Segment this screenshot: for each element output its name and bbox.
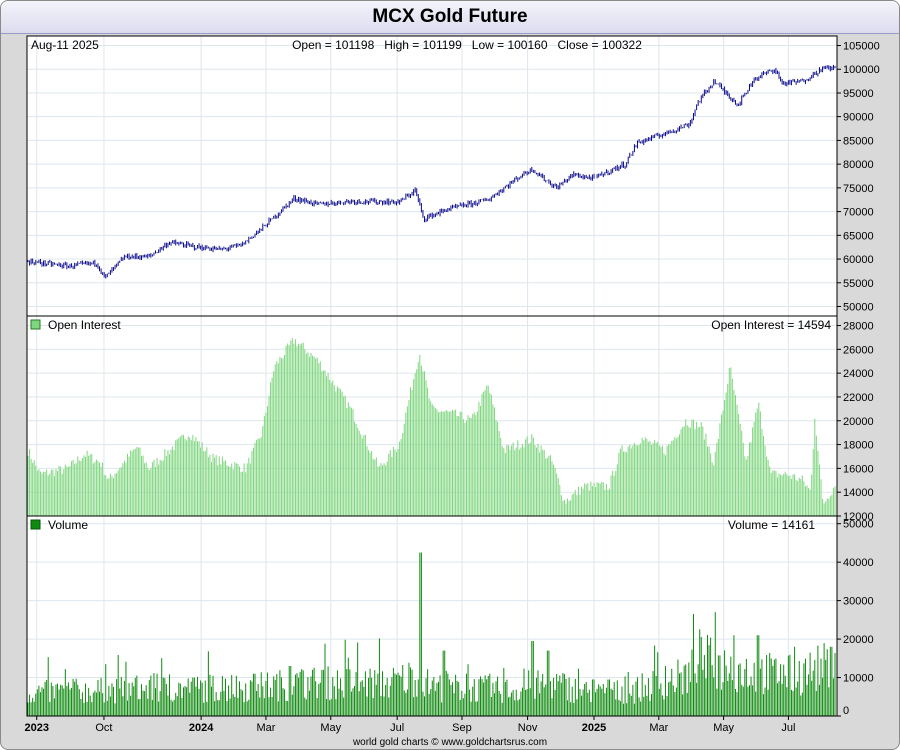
x-tick-label: May xyxy=(320,722,341,734)
open-interest-y-tick-label: 20000 xyxy=(843,416,874,428)
open-interest-y-tick-label: 16000 xyxy=(843,463,874,475)
price-y-tick-label: 65000 xyxy=(843,230,874,242)
volume-legend-swatch xyxy=(30,519,41,530)
price-y-tick-label: 95000 xyxy=(843,88,874,100)
x-tick-label: May xyxy=(713,722,734,734)
price-y-tick-label: 100000 xyxy=(843,64,880,76)
open-interest-y-tick-label: 24000 xyxy=(843,368,874,380)
x-tick-label: Jul xyxy=(390,722,404,734)
open-interest-y-tick-label: 28000 xyxy=(843,321,874,333)
price-y-tick-label: 55000 xyxy=(843,278,874,290)
volume-readout: Volume = 14161 xyxy=(728,518,815,532)
price-y-tick-label: 85000 xyxy=(843,135,874,147)
x-tick-label: 2025 xyxy=(582,722,606,734)
price-y-tick-label: 90000 xyxy=(843,112,874,124)
price-y-tick-label: 105000 xyxy=(843,40,880,52)
x-tick-label: Mar xyxy=(649,722,668,734)
chart-window: MCX Gold Future Aug-11 2025 Open = 10119… xyxy=(0,0,900,750)
x-tick-label: Nov xyxy=(518,722,538,734)
open-interest-y-tick-label: 18000 xyxy=(843,440,874,452)
open-interest-label: Open Interest xyxy=(48,318,121,332)
volume-y-tick-label: 40000 xyxy=(843,557,874,569)
volume-label: Volume xyxy=(48,518,88,532)
price-y-tick-label: 80000 xyxy=(843,159,874,171)
volume-y-tick-label: 30000 xyxy=(843,596,874,608)
price-y-tick-label: 50000 xyxy=(843,302,874,314)
open-interest-legend-swatch xyxy=(30,319,41,330)
open-interest-y-tick-label: 22000 xyxy=(843,392,874,404)
open-interest-y-tick-label: 26000 xyxy=(843,344,874,356)
x-tick-label: Mar xyxy=(256,722,275,734)
open-interest-y-tick-label: 14000 xyxy=(843,487,874,499)
volume-y-tick-label: 0 xyxy=(843,705,849,717)
x-tick-label: Sep xyxy=(452,722,472,734)
price-y-tick-label: 70000 xyxy=(843,207,874,219)
price-date: Aug-11 2025 xyxy=(31,38,99,52)
price-panel xyxy=(26,35,838,317)
open-interest-readout: Open Interest = 14594 xyxy=(711,318,831,332)
x-axis: 2023 Oct 2024 Mar May Jul Sep Nov 2025 Mar May Jul xyxy=(24,716,795,734)
title-bar: MCX Gold Future xyxy=(1,1,899,34)
x-tick-label: Jul xyxy=(781,722,795,734)
volume-y-tick-label: 50000 xyxy=(843,519,874,531)
x-tick-label: 2023 xyxy=(24,722,48,734)
footer-credit: world gold charts © www.goldchartsrus.co… xyxy=(352,737,547,748)
price-y-axis: 105000 100000 95000 90000 85000 80000 75000 700… xyxy=(837,40,880,314)
chart-canvas: Aug-11 2025 Open = 101198 High = 101199 … xyxy=(24,35,880,748)
open-interest-y-axis: 28000 26000 24000 22000 20000 18000 16000 14000… xyxy=(837,321,874,523)
volume-y-tick-label: 20000 xyxy=(843,634,874,646)
x-tick-label: Oct xyxy=(95,722,112,734)
volume-y-tick-label: 10000 xyxy=(843,673,874,685)
x-tick-label: 2024 xyxy=(189,722,214,734)
price-y-tick-label: 75000 xyxy=(843,183,874,195)
chart-title: MCX Gold Future xyxy=(372,6,528,27)
price-y-tick-label: 60000 xyxy=(843,254,874,266)
price-ohlc: Open = 101198 High = 101199 Low = 100160… xyxy=(292,38,642,52)
volume-y-axis: 50000 40000 30000 20000 10000 0 xyxy=(837,519,874,717)
